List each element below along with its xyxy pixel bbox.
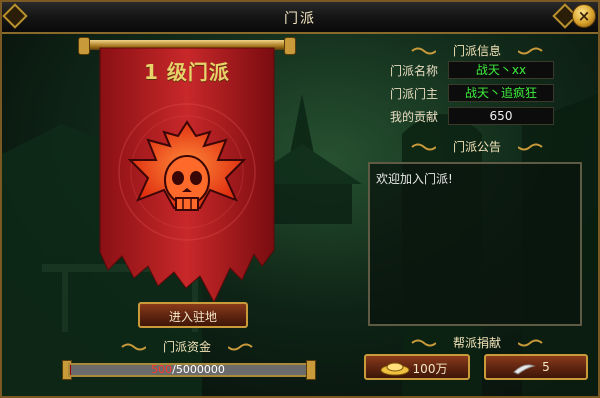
enter-base-button[interactable]: 进入驻地 [138, 302, 248, 328]
title-bar: 门派 [2, 2, 598, 34]
donate-gold-label: 100万 [412, 362, 448, 376]
contribution-label: 我的贡献 [390, 110, 439, 124]
gold-ingot-icon [380, 362, 410, 376]
info-title: 门派信息 [452, 44, 501, 58]
jade-icon [513, 364, 536, 375]
funds-max: 5000000 [175, 363, 225, 376]
funds-progress-text: 500/5000000 [70, 363, 306, 376]
scroll-ornament-right-icon [228, 343, 253, 351]
enter-base-label: 进入驻地 [168, 310, 217, 324]
scroll-ornament-right-icon [518, 143, 543, 151]
donate-title: 帮派捐献 [452, 336, 501, 350]
scroll-ornament-left-icon [411, 143, 436, 151]
scroll-ornament-left-icon [121, 343, 146, 351]
notice-board[interactable]: 欢迎加入门派! [368, 162, 582, 326]
donate-jade-label: 5 [542, 360, 550, 374]
guild-leader-label: 门派门主 [390, 87, 439, 101]
notice-text: 欢迎加入门派! [376, 172, 453, 186]
notice-header: 门派公告 [402, 138, 552, 156]
contribution-value: 650 [448, 107, 554, 125]
guild-name-label: 门派名称 [390, 64, 439, 78]
scroll-ornament-left-icon [411, 47, 436, 55]
funds-current: 500 [151, 363, 173, 376]
funds-progress-bar: 500/5000000 [68, 363, 308, 377]
info-header: 门派信息 [402, 42, 552, 60]
skull-emblem-icon [127, 120, 247, 211]
guild-leader-value: 战天丶追疯狂 [448, 84, 554, 102]
funds-title: 门派资金 [162, 340, 211, 354]
scroll-ornament-right-icon [518, 47, 543, 55]
donate-jade-button[interactable]: 5 [484, 354, 588, 380]
guild-banner: 1 级门派 [78, 37, 296, 302]
scroll-ornament-right-icon [518, 339, 543, 347]
progress-cap-right [306, 360, 316, 380]
close-button[interactable]: × [572, 4, 596, 28]
guild-window: { "window": { "title": "门派", "close_labe… [0, 0, 600, 398]
guild-name-value: 战天丶xx [448, 61, 554, 79]
scroll-ornament-left-icon [411, 339, 436, 347]
window-title: 门派 [284, 11, 316, 27]
donate-gold-button[interactable]: 100万 [364, 354, 470, 380]
notice-title: 门派公告 [452, 140, 501, 154]
donate-header: 帮派捐献 [402, 334, 552, 352]
funds-header: 门派资金 [112, 338, 262, 356]
